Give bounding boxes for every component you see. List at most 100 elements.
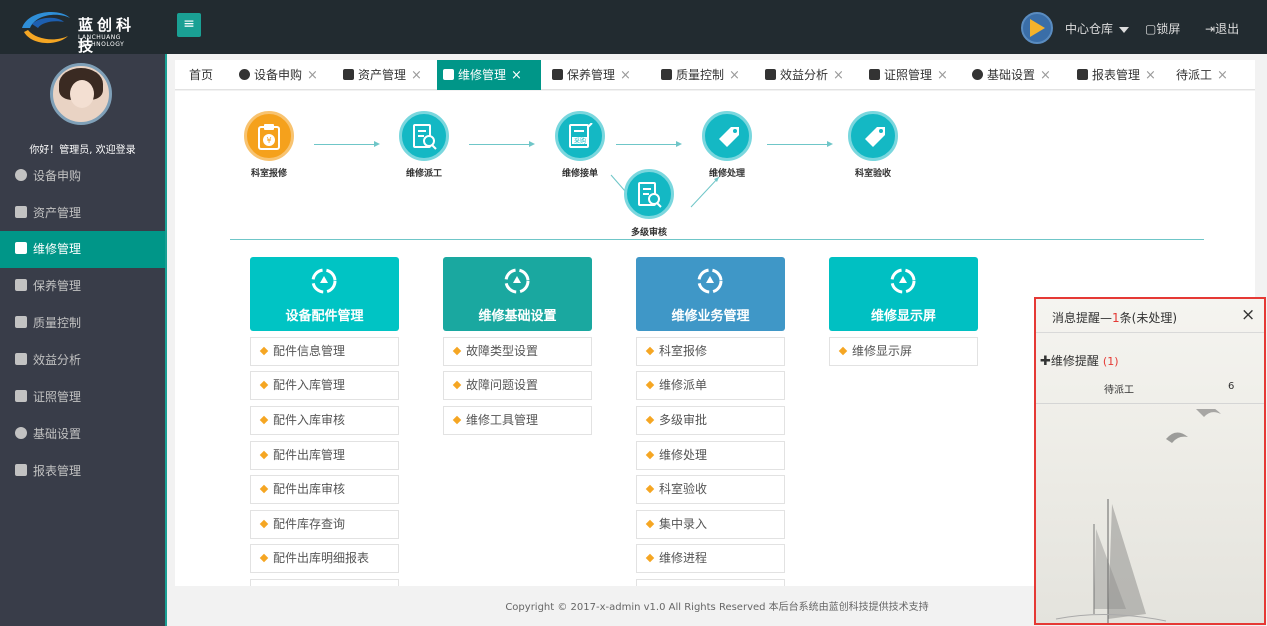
tab-bar: 首页 设备申购 × 资产管理 × 维修管理 × 保养管理 × 质量控制 × 效益分析 × 证… xyxy=(175,60,1255,90)
category-link[interactable]: 故障问题设置 xyxy=(443,371,592,400)
category-card-display[interactable]: 维修显示屏 xyxy=(829,257,978,331)
flow-arrow xyxy=(767,141,833,147)
sidebar-item-settings[interactable]: 基础设置 xyxy=(0,416,165,453)
category-link[interactable]: 维修进程 xyxy=(636,544,785,573)
close-icon[interactable]: × xyxy=(1217,68,1228,83)
category-link[interactable]: 配件库存查询 xyxy=(250,510,399,539)
tab-repair[interactable]: 维修管理 × xyxy=(437,60,541,90)
sidebar-item-label: 报表管理 xyxy=(33,464,82,478)
repair-icon xyxy=(443,69,454,80)
brand-logo[interactable]: 蓝创科技 LANCHUANG TECHNOLOGY xyxy=(18,6,148,55)
gear-icon xyxy=(15,427,27,439)
sidebar-item-benefit[interactable]: 效益分析 xyxy=(0,342,165,379)
shield-icon xyxy=(15,316,27,328)
popup-group-label: 维修提醒 xyxy=(1050,354,1099,368)
flow-label: 科室验收 xyxy=(854,169,891,179)
store-dropdown[interactable]: 中心仓库 xyxy=(1065,20,1130,37)
category-link[interactable]: 维修派单 xyxy=(636,371,785,400)
tab-certificate[interactable]: 证照管理 × xyxy=(863,60,954,90)
sidebar-item-label: 证照管理 xyxy=(33,390,82,404)
close-icon[interactable]: × xyxy=(411,68,422,83)
tab-benefit[interactable]: 效益分析 × xyxy=(759,60,850,90)
tab-label: 效益分析 xyxy=(780,68,829,82)
category-card-basic[interactable]: 维修基础设置 xyxy=(443,257,592,331)
category-link[interactable]: 配件信息管理 xyxy=(250,337,399,366)
sidebar-item-asset[interactable]: 资产管理 xyxy=(0,195,165,232)
close-icon[interactable]: × xyxy=(729,68,740,83)
tab-report[interactable]: 报表管理 × xyxy=(1071,60,1162,90)
flow-node-multi-audit[interactable] xyxy=(624,169,674,219)
menu-toggle-button[interactable]: ≡ xyxy=(177,13,201,37)
tab-asset[interactable]: 资产管理 × xyxy=(337,60,428,90)
category-card-parts[interactable]: 设备配件管理 xyxy=(250,257,399,331)
category-link[interactable]: 多级审批 xyxy=(636,406,785,435)
tab-label: 基础设置 xyxy=(987,68,1036,82)
profile-avatar[interactable] xyxy=(50,63,112,125)
category-link[interactable]: 科室报修 xyxy=(636,337,785,366)
flow-node-dept-accept[interactable] xyxy=(848,111,898,161)
close-icon[interactable]: × xyxy=(307,68,318,83)
top-bar: 蓝创科技 LANCHUANG TECHNOLOGY ≡ 中心仓库 ▢锁屏 ⇥退出 xyxy=(0,0,1267,55)
tab-quality[interactable]: 质量控制 × xyxy=(655,60,746,90)
category-link[interactable]: 配件入库管理 xyxy=(250,371,399,400)
category-link[interactable]: 配件出库明细报表 xyxy=(250,544,399,573)
document-icon xyxy=(15,353,27,365)
category-link[interactable]: 科室验收 xyxy=(636,475,785,504)
category-title: 维修业务管理 xyxy=(671,309,750,324)
category-link-partial[interactable] xyxy=(636,579,785,586)
sidebar-item-maintenance[interactable]: 保养管理 xyxy=(0,268,165,305)
sidebar-item-label: 保养管理 xyxy=(33,279,82,293)
user-avatar[interactable] xyxy=(1021,12,1053,44)
certificate-icon xyxy=(15,390,27,402)
plus-icon: ✚ xyxy=(1040,354,1051,369)
tab-home[interactable]: 首页 xyxy=(183,60,219,90)
category-link[interactable]: 维修工具管理 xyxy=(443,406,592,435)
sidebar-item-device-purchase[interactable]: 设备申购 xyxy=(0,158,165,195)
close-icon[interactable]: × xyxy=(620,68,631,83)
category-title: 维修基础设置 xyxy=(478,309,557,324)
repair-icon xyxy=(15,242,27,254)
close-icon[interactable]: × xyxy=(1040,68,1051,83)
popup-header: 消息提醒—1条(未处理) × xyxy=(1036,299,1264,333)
flow-node-dispatch[interactable] xyxy=(399,111,449,161)
document-search-icon xyxy=(638,182,662,208)
sidebar: 你好！管理员, 欢迎登录 设备申购 资产管理 维修管理 保养管理 质量控制 效益… xyxy=(0,54,165,626)
close-icon[interactable]: × xyxy=(1145,68,1156,83)
tab-label: 首页 xyxy=(189,68,214,82)
maintenance-icon xyxy=(15,279,27,291)
sidebar-item-report[interactable]: 报表管理 xyxy=(0,453,165,490)
category-link[interactable]: 故障类型设置 xyxy=(443,337,592,366)
category-link[interactable]: 维修显示屏 xyxy=(829,337,978,366)
flow-node-accept[interactable]: 采购 xyxy=(555,111,605,161)
category-link[interactable]: 维修处理 xyxy=(636,441,785,470)
sidebar-item-certificate[interactable]: 证照管理 xyxy=(0,379,165,416)
tab-settings[interactable]: 基础设置 × xyxy=(966,60,1057,90)
category-link[interactable]: 配件出库管理 xyxy=(250,441,399,470)
sidebar-item-quality[interactable]: 质量控制 xyxy=(0,305,165,342)
tab-device-purchase[interactable]: 设备申购 × xyxy=(233,60,324,90)
exit-button[interactable]: ⇥退出 xyxy=(1205,20,1239,37)
close-icon[interactable]: × xyxy=(1241,305,1255,325)
category-link[interactable]: 配件入库审核 xyxy=(250,406,399,435)
sidebar-item-repair[interactable]: 维修管理 xyxy=(0,231,165,268)
category-title: 维修显示屏 xyxy=(870,309,936,324)
category-card-business[interactable]: 维修业务管理 xyxy=(636,257,785,331)
document-icon xyxy=(765,69,776,80)
lock-screen-button[interactable]: ▢锁屏 xyxy=(1145,20,1180,37)
close-icon[interactable]: × xyxy=(511,68,522,83)
purchase-badge: 采购 xyxy=(574,137,586,145)
sidebar-item-label: 维修管理 xyxy=(33,242,82,256)
recycle-icon xyxy=(890,268,916,294)
category-link[interactable]: 配件出库审核 xyxy=(250,475,399,504)
popup-group-repair[interactable]: ✚维修提醒 (1) xyxy=(1040,352,1119,369)
popup-group-count: (1) xyxy=(1102,355,1119,368)
close-icon[interactable]: × xyxy=(937,68,948,83)
category-link-partial[interactable] xyxy=(250,579,399,586)
tab-pending-dispatch[interactable]: 待派工 × xyxy=(1170,60,1234,90)
tab-maintenance[interactable]: 保养管理 × xyxy=(546,60,637,90)
flow-node-process[interactable] xyxy=(702,111,752,161)
flow-node-dept-report[interactable]: ¥ xyxy=(244,111,294,161)
popup-row-label[interactable]: 待派工 xyxy=(1104,381,1134,396)
close-icon[interactable]: × xyxy=(833,68,844,83)
category-link[interactable]: 集中录入 xyxy=(636,510,785,539)
